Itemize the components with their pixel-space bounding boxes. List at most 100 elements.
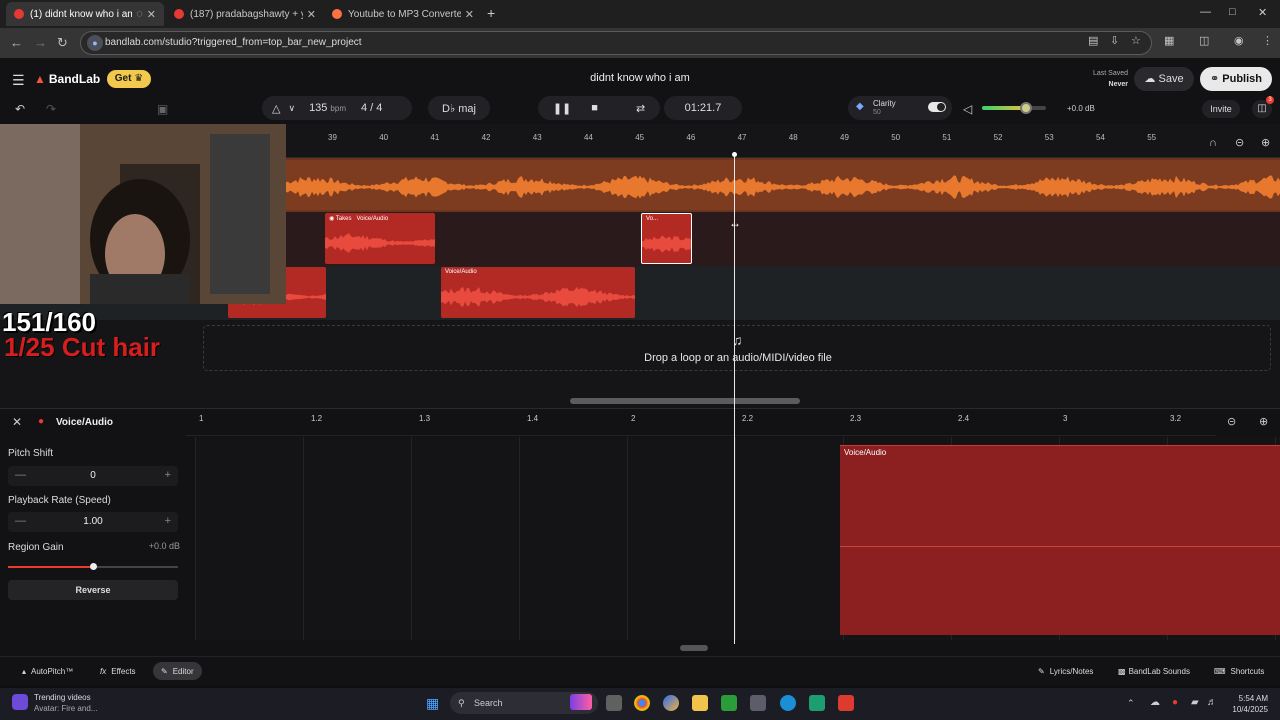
time-display[interactable]: 01:21.7	[664, 96, 742, 120]
browser-tab[interactable]: (187) pradabagshawty + yhapo ✕	[166, 2, 324, 26]
close-icon[interactable]: ✕	[465, 8, 474, 21]
site-info-icon[interactable]: ●	[87, 35, 103, 51]
file-explorer-icon[interactable]	[692, 695, 708, 711]
close-icon[interactable]: ◌	[136, 8, 143, 20]
cloud-icon[interactable]: ☁	[1150, 697, 1160, 708]
timeline-ruler[interactable]: 39 40 41 42 43 44 45 46 47 48 49 50 51 52 53 54 55	[286, 130, 1280, 158]
close-icon[interactable]: ✕	[147, 8, 156, 21]
zoom-out-icon[interactable]: ⊝	[1235, 136, 1244, 149]
autopitch-button[interactable]: ▴ AutoPitch™	[14, 662, 81, 680]
trending-subtitle[interactable]: Avatar: Fire and...	[34, 704, 97, 713]
reverse-button[interactable]: Reverse	[8, 580, 178, 600]
stop-icon[interactable]: ■	[591, 102, 598, 114]
chevron-up-icon[interactable]: ⌃	[1127, 698, 1135, 709]
audio-region-selected[interactable]: Vo...	[641, 213, 692, 264]
maximize-icon[interactable]: □	[1229, 6, 1236, 18]
playhead-handle[interactable]	[732, 152, 737, 157]
task-view-icon[interactable]	[606, 695, 622, 711]
speaker-icon[interactable]: ◁	[963, 102, 972, 116]
pause-icon[interactable]: ❚❚	[553, 102, 571, 115]
clarity-switch[interactable]	[928, 102, 946, 112]
reload-icon[interactable]: ↻	[57, 35, 68, 51]
zoom-in-icon[interactable]: ⊕	[1261, 136, 1270, 149]
project-title[interactable]: didnt know who i am	[540, 72, 740, 84]
network-icon[interactable]: ▰	[1191, 697, 1199, 708]
volume-knob[interactable]	[1019, 102, 1032, 114]
clarity-toggle[interactable]: ◆ Clarity 50	[848, 96, 952, 120]
copilot-app-icon[interactable]	[663, 695, 679, 711]
publish-button[interactable]: ⚭ Publish	[1200, 67, 1272, 91]
lyrics-button[interactable]: ✎ Lyrics/Notes	[1030, 662, 1101, 680]
menu-icon[interactable]: ⋮	[1262, 34, 1273, 47]
app-icon[interactable]	[809, 695, 825, 711]
system-clock[interactable]: 5:54 AM 10/4/2025	[1218, 693, 1268, 715]
mixer-icon[interactable]: ▣	[157, 102, 168, 116]
plus-icon[interactable]: +	[165, 469, 171, 481]
pitch-shift-value[interactable]: 0	[8, 470, 178, 481]
windows-start-icon[interactable]: ▦	[426, 695, 439, 712]
widgets-icon[interactable]	[12, 694, 28, 710]
get-label: Get	[114, 73, 132, 84]
time-signature[interactable]: 4 / 4	[361, 102, 382, 114]
volume-icon[interactable]: ♬	[1207, 697, 1217, 708]
bandlab-sounds-button[interactable]: ▩ BandLab Sounds	[1110, 662, 1198, 680]
bandlab-logo[interactable]: ▲ BandLab	[34, 72, 100, 86]
chrome-icon[interactable]	[634, 695, 650, 711]
key-selector[interactable]: D♭ maj	[428, 96, 490, 120]
close-window-icon[interactable]: ✕	[1258, 6, 1267, 19]
chevron-down-icon[interactable]: ∨	[288, 103, 295, 114]
pitch-shift-stepper[interactable]: — 0 +	[8, 466, 178, 486]
menu-icon[interactable]: ☰	[12, 72, 25, 89]
drop-zone[interactable]: ♫ Drop a loop or an audio/MIDI/video fil…	[203, 325, 1271, 371]
profile-avatar[interactable]: ◉	[1234, 34, 1244, 47]
redo-icon[interactable]: ↷	[46, 102, 56, 116]
xbox-icon[interactable]	[721, 695, 737, 711]
close-editor-icon[interactable]: ✕	[12, 415, 22, 429]
forward-icon[interactable]: →	[34, 35, 47, 50]
horizontal-scrollbar[interactable]	[570, 398, 800, 404]
editor-scrollbar[interactable]	[680, 645, 708, 651]
star-icon[interactable]: ☆	[1131, 34, 1141, 47]
save-button[interactable]: ☁ Save	[1134, 67, 1194, 91]
loop-icon[interactable]: ⇄	[636, 102, 645, 115]
store-icon[interactable]	[750, 695, 766, 711]
snap-icon[interactable]: ∩	[1209, 137, 1217, 149]
minimize-icon[interactable]: —	[1200, 6, 1211, 18]
effects-button[interactable]: fx Effects	[92, 662, 144, 680]
zoom-in-icon[interactable]: ⊕	[1259, 415, 1268, 428]
extensions-icon[interactable]: ▦	[1164, 34, 1174, 47]
plus-icon[interactable]: +	[165, 515, 171, 527]
copilot-icon[interactable]	[570, 694, 592, 710]
undo-icon[interactable]: ↶	[15, 102, 25, 116]
close-icon[interactable]: ✕	[307, 8, 316, 21]
shortcuts-button[interactable]: ⌨ Shortcuts	[1206, 662, 1272, 680]
get-membership-button[interactable]: Get ♛	[107, 70, 151, 88]
reader-icon[interactable]: ▤	[1088, 34, 1098, 47]
audio-region[interactable]: ◉ Takes Voice/Audio	[325, 213, 435, 264]
browser-tab[interactable]: (1) didnt know who i am - S ◌ ✕	[6, 2, 164, 26]
region-gain-slider[interactable]	[8, 563, 178, 570]
mic-in-use-icon[interactable]: ●	[1172, 697, 1178, 708]
sidebar-icon[interactable]: ◫	[1199, 34, 1209, 47]
bpm-value[interactable]: 135 bpm	[309, 102, 346, 114]
url-input[interactable]: ● bandlab.com/studio?triggered_from=top_…	[80, 31, 1152, 55]
playback-rate-value[interactable]: 1.00	[8, 516, 178, 527]
master-volume-slider[interactable]	[982, 102, 1046, 114]
editor-ruler[interactable]: 1 1.2 1.3 1.4 2 2.2 2.3 2.4 3 3.2	[186, 408, 1216, 436]
install-icon[interactable]: ⇩	[1110, 34, 1119, 47]
new-tab-icon[interactable]: +	[487, 5, 495, 21]
browser-tab[interactable]: Youtube to MP3 Converter (Ad ✕	[324, 2, 482, 26]
invite-button[interactable]: Invite	[1202, 100, 1240, 118]
trending-title[interactable]: Trending videos	[34, 693, 91, 702]
gain-knob[interactable]	[90, 563, 97, 570]
app-icon[interactable]	[838, 695, 854, 711]
metronome-icon[interactable]: △	[272, 102, 280, 115]
editor-region[interactable]: Voice/Audio	[840, 445, 1280, 635]
ruler-bar-number: 40	[379, 133, 389, 142]
zoom-out-icon[interactable]: ⊝	[1227, 415, 1236, 428]
back-icon[interactable]: ←	[10, 35, 23, 50]
edge-icon[interactable]	[780, 695, 796, 711]
editor-button[interactable]: ✎ Editor	[153, 662, 202, 680]
playback-rate-stepper[interactable]: — 1.00 +	[8, 512, 178, 532]
audio-region[interactable]: Voice/Audio	[441, 267, 635, 318]
